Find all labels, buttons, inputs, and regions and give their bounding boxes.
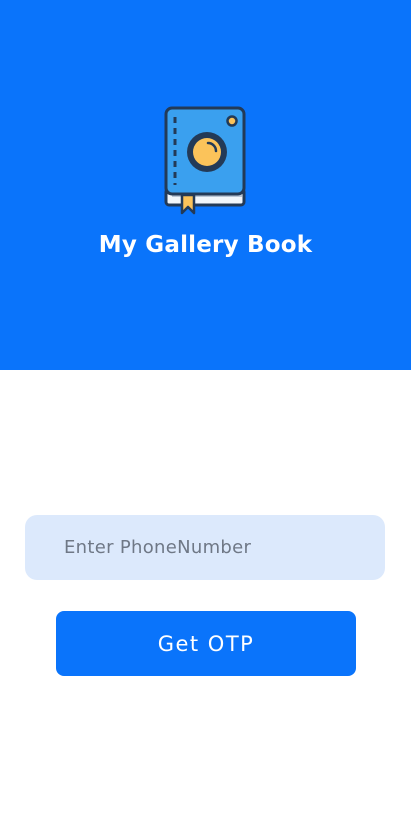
photo-book-icon (164, 106, 246, 215)
phone-number-input[interactable] (25, 515, 385, 580)
phone-number-field[interactable] (25, 515, 385, 580)
get-otp-button[interactable]: Get OTP (56, 611, 356, 676)
header-banner: My Gallery Book (0, 0, 411, 370)
app-title: My Gallery Book (98, 232, 313, 258)
